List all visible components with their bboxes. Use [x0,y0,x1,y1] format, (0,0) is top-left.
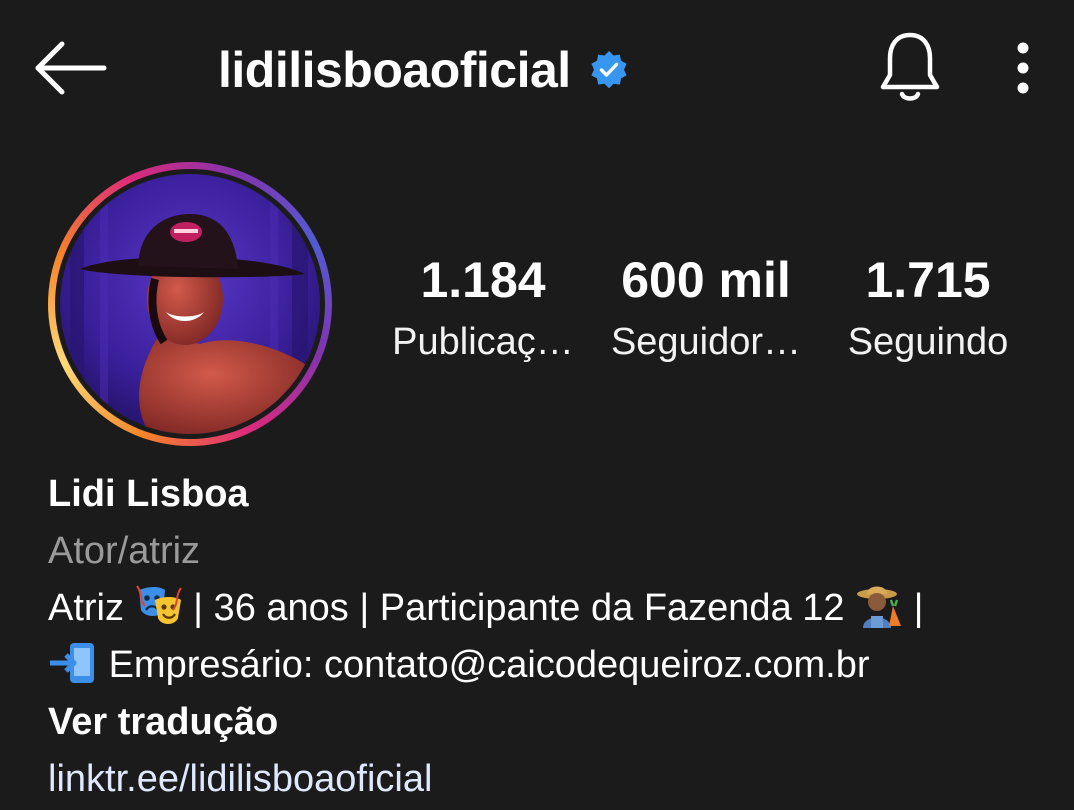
bio-line-2: Empresário: contato@caicodequeiroz.com.b… [48,637,1048,694]
profile-category: Ator/atriz [48,530,201,572]
profile-website-link[interactable]: linktr.ee/lidilisboaoficial [48,751,1048,808]
profile-bio: Lidi Lisboa Ator/atriz Atriz | 36 anos |… [48,466,1048,808]
stat-following[interactable]: 1.715 Seguindo [836,248,1020,372]
profile-stats: 1.184 Publicaç… 600 mil Seguidor… 1.715 … [380,248,1040,378]
farmer-emoji [855,582,903,645]
stat-followers[interactable]: 600 mil Seguidor… [608,248,804,372]
stat-following-value: 1.715 [865,252,991,308]
username-title: lidilisboaoficial [218,38,629,102]
display-name: Lidi Lisboa [48,473,249,515]
bell-icon [880,32,940,101]
profile-header: lidilisboaoficial [0,0,1074,140]
stat-posts-label: Publicaç… [392,321,574,363]
bio-line-1-start: Atriz [48,587,124,629]
avatar-gap [55,169,325,439]
arrow-left-icon [35,41,107,95]
stat-posts-value: 1.184 [420,252,546,308]
bio-line-1-middle: | 36 anos | Participante da Fazenda 12 [193,587,845,629]
stat-followers-value: 600 mil [621,252,791,308]
more-vertical-icon [1017,42,1029,94]
bio-contact: Empresário: contato@caicodequeiroz.com.b… [108,644,870,686]
stat-followers-label: Seguidor… [610,321,802,363]
bio-line-1: Atriz | 36 anos | Participante da Fazend… [48,580,1048,637]
stat-following-label: Seguindo [847,321,1009,363]
stat-posts[interactable]: 1.184 Publicaç… [388,248,578,372]
see-translation-link[interactable]: Ver tradução [48,694,1048,751]
verified-badge-icon [589,50,629,90]
story-ring [48,162,332,446]
username: lidilisboaoficial [218,42,571,98]
notifications-button[interactable] [872,28,948,108]
phone-arrow-emoji [48,641,98,702]
bio-line-1-end: | [913,587,924,629]
performing-arts-emoji [135,584,183,645]
back-button[interactable] [30,36,110,100]
avatar[interactable] [60,174,320,434]
more-options-button[interactable] [998,36,1048,100]
